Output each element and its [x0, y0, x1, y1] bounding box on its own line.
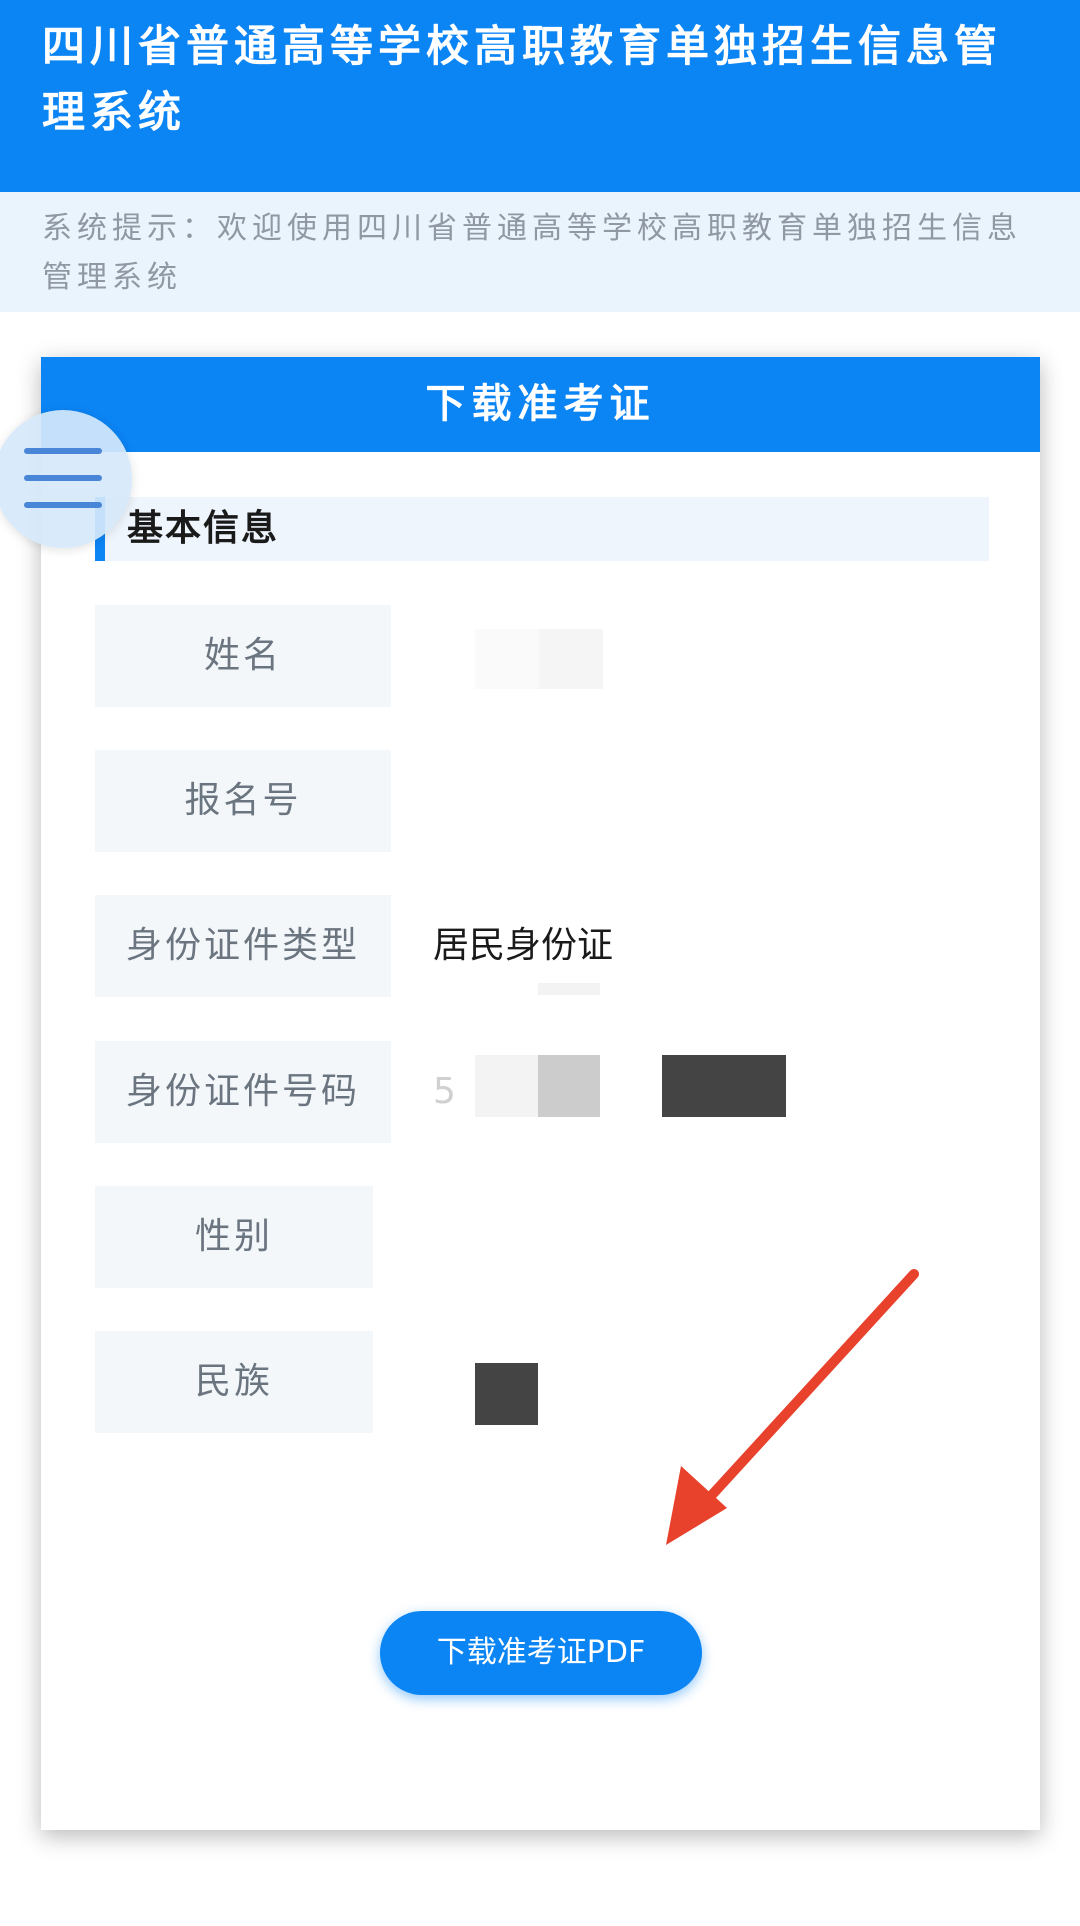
privacy-mask: [538, 983, 600, 995]
admission-ticket-card: 下载准考证 基本信息 姓名 报名号 身份证件类型 居民身份证 身份证件号码 5 …: [41, 357, 1040, 1830]
field-row-name: 姓名: [95, 605, 989, 707]
privacy-mask: [475, 629, 539, 689]
menu-button[interactable]: [0, 410, 132, 548]
field-row-id-number: 身份证件号码 5: [95, 1041, 989, 1143]
field-row-id-type: 身份证件类型 居民身份证: [95, 895, 989, 997]
privacy-mask: [539, 629, 603, 689]
privacy-mask: [662, 1055, 786, 1117]
app-title: 四川省普通高等学校高职教育单独招生信息管理系统: [42, 22, 1002, 138]
privacy-mask: [538, 1055, 600, 1117]
field-label-gender: 性别: [95, 1186, 373, 1288]
section-title: 基本信息: [127, 508, 280, 549]
privacy-mask: [475, 1363, 538, 1425]
field-row-ethnicity: 民族: [95, 1331, 989, 1433]
field-label-name: 姓名: [95, 605, 391, 707]
system-notice: 系统提示：欢迎使用四川省普通高等学校高职教育单独招生信息管理系统: [0, 192, 1080, 312]
field-row-gender: 性别: [95, 1186, 989, 1288]
section-header-basic-info: 基本信息: [95, 497, 989, 561]
card-title: 下载准考证: [41, 357, 1040, 452]
download-pdf-button[interactable]: 下载准考证PDF: [380, 1611, 702, 1695]
field-label-registration-number: 报名号: [95, 750, 391, 852]
system-notice-text: 系统提示：欢迎使用四川省普通高等学校高职教育单独招生信息管理系统: [42, 211, 1022, 295]
privacy-mask: [475, 1055, 538, 1117]
field-row-registration-number: 报名号: [95, 750, 989, 852]
field-value-id-type: 居民身份证: [433, 925, 614, 966]
field-value-id-number: 5: [433, 1071, 456, 1112]
field-label-ethnicity: 民族: [95, 1331, 373, 1433]
field-label-id-number: 身份证件号码: [95, 1041, 391, 1143]
app-header: 四川省普通高等学校高职教育单独招生信息管理系统: [0, 0, 1080, 192]
field-label-id-type: 身份证件类型: [95, 895, 391, 997]
